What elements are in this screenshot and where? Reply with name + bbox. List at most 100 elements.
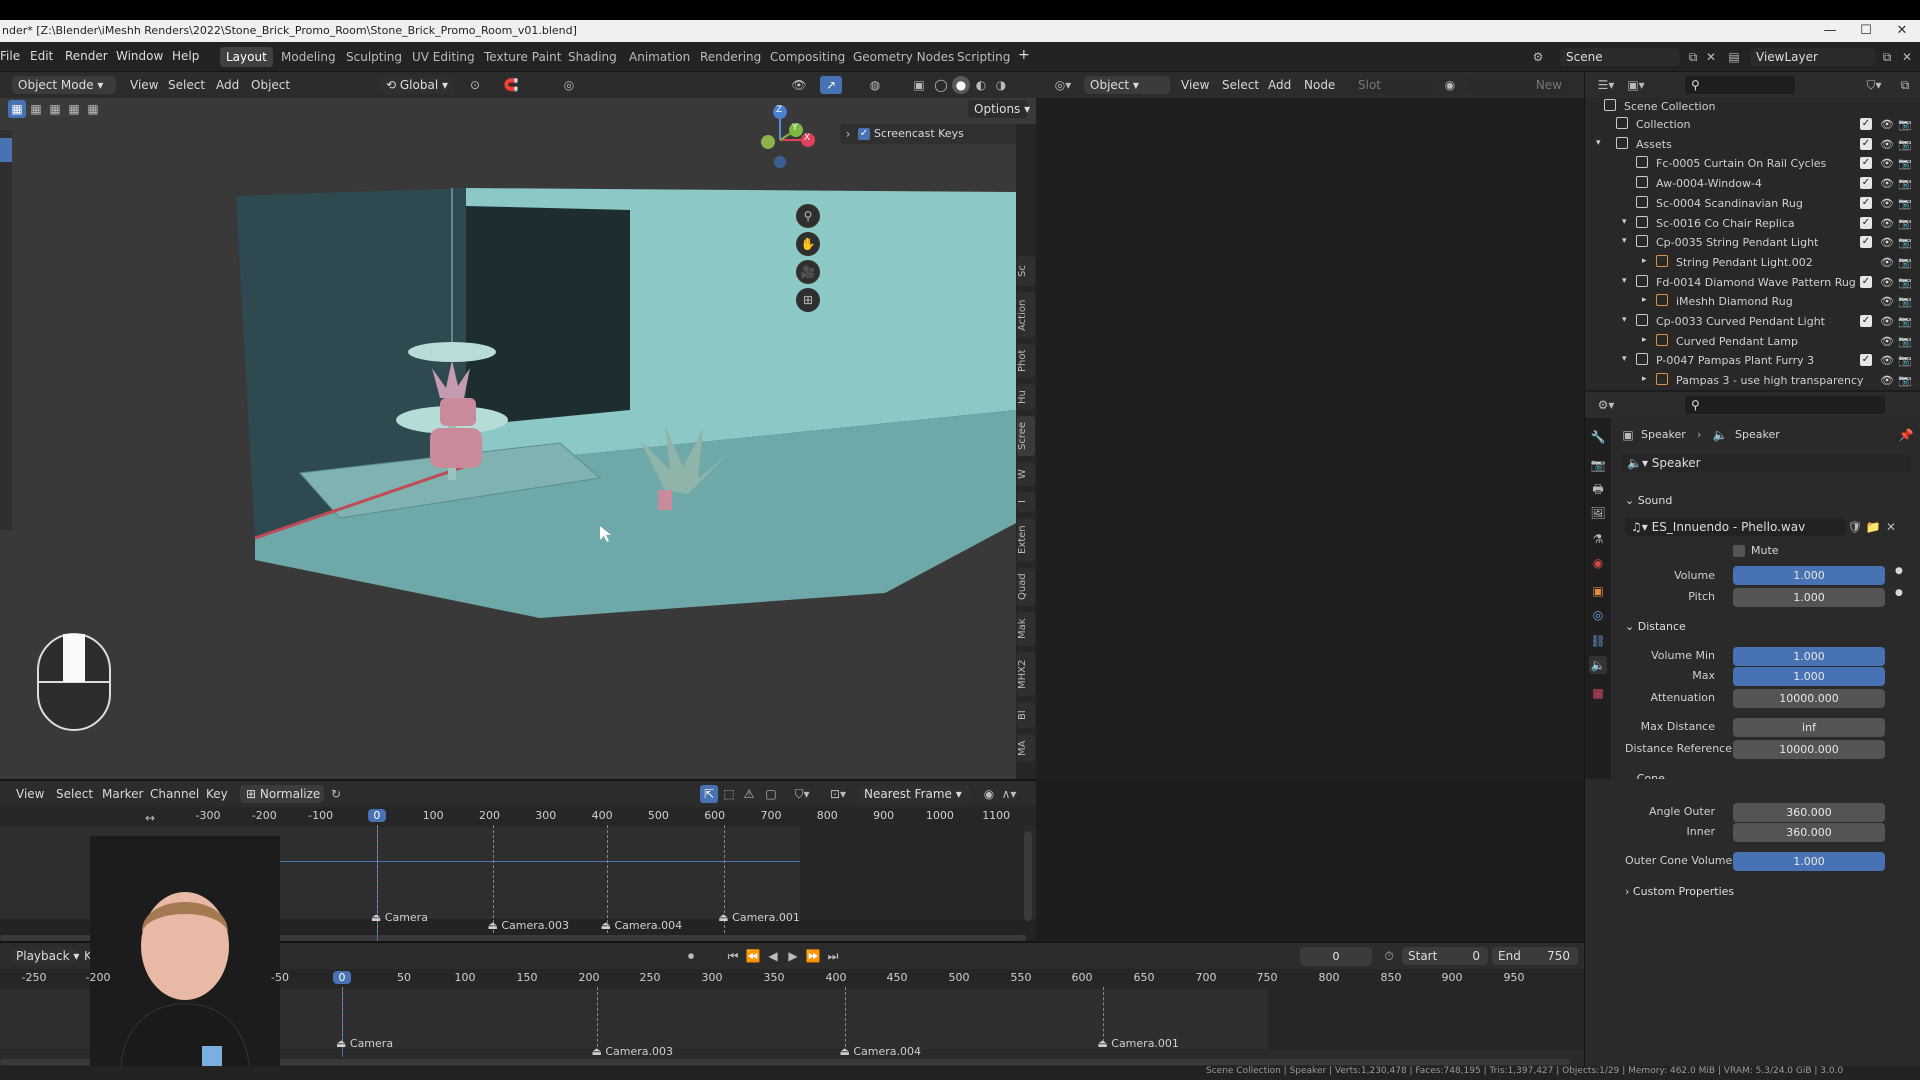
visibility-eye-icon[interactable]: 👁 [1880, 374, 1894, 387]
exclude-checkbox[interactable]: ✓ [1860, 137, 1872, 150]
visibility-eye-icon[interactable]: 👁 [1880, 236, 1894, 249]
side-tab-ma[interactable]: MA [1017, 734, 1035, 762]
outer-cone-volume-field[interactable]: 1.000 [1733, 852, 1885, 871]
workspace-tab-scripting[interactable]: Scripting [951, 47, 1016, 67]
current-frame-field[interactable]: 0 [1300, 947, 1372, 966]
side-tab-w[interactable]: W [1017, 462, 1035, 486]
outliner-row[interactable]: ▾ Cp-0035 String Pendant Light ✓ 👁 📷 [1590, 234, 1915, 252]
dope-vertical-scrollbar[interactable] [1024, 831, 1032, 921]
visibility-eye-icon[interactable]: 👁 [1880, 217, 1894, 230]
scene-selector[interactable]: Scene [1560, 48, 1680, 66]
outliner-row[interactable]: ▾ Sc-0016 Co Chair Replica ✓ 👁 📷 [1590, 215, 1915, 233]
play-icon[interactable]: ▶ [784, 947, 802, 965]
expand-arrow-icon[interactable]: ▾ [1622, 236, 1627, 246]
delete-view-layer-icon[interactable]: ✕ [1898, 48, 1916, 66]
dope-marker[interactable]: ⏏ Camera.001 [718, 911, 800, 924]
expand-arrow-icon[interactable]: ▾ [1622, 217, 1627, 227]
dope-marker[interactable]: ⏏ Camera [371, 911, 428, 924]
render-camera-icon[interactable]: 📷 [1898, 236, 1912, 249]
camera-view-icon[interactable]: 🎥 [796, 260, 820, 284]
node-menu-node[interactable]: Node [1304, 78, 1335, 92]
exclude-checkbox[interactable]: ✓ [1860, 275, 1872, 288]
pivot-point-icon[interactable]: ⊙ [464, 76, 486, 94]
mute-checkbox[interactable] [1733, 545, 1745, 557]
visibility-eye-icon[interactable]: 👁 [1880, 335, 1894, 348]
angle-outer-field[interactable]: 360.000 [1733, 803, 1885, 822]
render-camera-icon[interactable]: 📷 [1898, 374, 1912, 387]
view-layer-selector[interactable]: ViewLayer [1750, 48, 1876, 66]
outliner-row[interactable]: Sc-0004 Scandinavian Rug ✓ 👁 📷 [1590, 195, 1915, 213]
object-tab-icon[interactable]: ▣ [1589, 582, 1607, 600]
gizmo-toggle-icon[interactable]: ↗ [820, 76, 842, 94]
box-select-icon[interactable]: ⬚ [720, 785, 738, 803]
expand-arrow-icon[interactable]: ▾ [1622, 354, 1627, 364]
wireframe-shading-icon[interactable]: ◯ [932, 76, 950, 94]
pin-icon[interactable]: 📌 [1897, 426, 1915, 444]
material-shading-icon[interactable]: ◐ [972, 76, 990, 94]
refresh-icon[interactable]: ↻ [326, 785, 346, 803]
node-editor[interactable]: ◎▾ Object ▾ View Select Add Node Slot ◉ … [1036, 72, 1584, 779]
visibility-eye-icon[interactable]: 👁 [1880, 276, 1894, 289]
max-distance-field[interactable]: inf [1733, 718, 1885, 737]
outliner-row[interactable]: Collection ✓ 👁 📷 [1590, 116, 1915, 134]
filter-icon[interactable]: ⛉▾ [1861, 76, 1887, 94]
copy-scene-icon[interactable]: ⧉ [1684, 48, 1702, 66]
volume-keyframe-dot-icon[interactable]: ● [1895, 566, 1903, 576]
snapping-dropdown[interactable]: Nearest Frame ▾ [858, 785, 970, 803]
viewport-menu-object[interactable]: Object [251, 78, 290, 92]
copy-view-layer-icon[interactable]: ⧉ [1878, 48, 1896, 66]
fake-user-icon[interactable]: 🛡 [1847, 518, 1863, 536]
visibility-eye-icon[interactable]: 👁 [1880, 197, 1894, 210]
slot-dropdown[interactable]: Slot [1352, 76, 1432, 94]
exclude-checkbox[interactable]: ✓ [1860, 118, 1872, 130]
workspace-tab-sculpting[interactable]: Sculpting [340, 47, 408, 67]
transform-orientation-dropdown[interactable]: ⟲ Global ▾ [380, 76, 454, 94]
outliner-row[interactable]: ▸ iMeshh Diamond Rug 👁 📷 [1590, 293, 1915, 311]
jump-end-icon[interactable]: ⏭ [824, 947, 842, 965]
pan-hand-icon[interactable]: ✋ [796, 232, 820, 256]
render-camera-icon[interactable]: 📷 [1898, 315, 1912, 328]
node-menu-select[interactable]: Select [1222, 78, 1259, 92]
display-mode-icon[interactable]: ▣▾ [1623, 76, 1649, 94]
outliner-row[interactable]: ▸ String Pendant Light.002 👁 📷 [1590, 254, 1915, 272]
side-tab-phot[interactable]: Phot [1017, 344, 1035, 378]
expand-arrow-icon[interactable]: ▸ [1642, 295, 1647, 305]
visibility-eye-icon[interactable]: 👁 [1880, 157, 1894, 170]
solid-shading-icon[interactable]: ● [952, 76, 970, 94]
dope-menu-view[interactable]: View [16, 787, 44, 801]
start-frame-field[interactable]: Start 0 [1402, 947, 1488, 965]
outliner-search-input[interactable]: ⚲ [1685, 76, 1795, 94]
dope-marker[interactable]: ⏏ Camera.003 [487, 919, 569, 932]
proportional-icon[interactable]: ◉ [980, 785, 998, 803]
outliner-row[interactable]: ▾ Fd-0014 Diamond Wave Pattern Rug ✓ 👁 📷 [1590, 274, 1915, 292]
menu-edit[interactable]: Edit [30, 49, 53, 63]
navigation-gizmo[interactable]: Z X Y [740, 100, 820, 180]
menu-window[interactable]: Window [116, 49, 163, 63]
perspective-toggle-icon[interactable]: ⊞ [796, 288, 820, 312]
stopwatch-icon[interactable]: ⏱ [1380, 947, 1398, 965]
outliner-row[interactable]: ▸ Curved Pendant Lamp 👁 📷 [1590, 333, 1915, 351]
render-camera-icon[interactable]: 📷 [1898, 157, 1912, 170]
exclude-checkbox[interactable]: ✓ [1860, 354, 1872, 367]
constraints-tab-icon[interactable]: ⛓ [1589, 632, 1607, 650]
expand-arrow-icon[interactable]: ▸ [1642, 256, 1647, 266]
workspace-tab-animation[interactable]: Animation [623, 47, 696, 67]
normalize-toggle[interactable]: ⊞ Normalize [240, 785, 324, 803]
volume-min-field[interactable]: 1.000 [1733, 647, 1885, 666]
outliner-row[interactable]: ▸ Pampas 3 - use high transparency 👁 📷 [1590, 372, 1915, 390]
timeline-marker[interactable]: ⏏ Camera.004 [839, 1045, 921, 1058]
side-tab-exten[interactable]: Exten [1017, 518, 1035, 562]
playback-dropdown[interactable]: Playback ▾ [10, 947, 79, 965]
new-collection-icon[interactable]: ⧉ [1895, 76, 1915, 94]
expand-arrow-icon[interactable]: ▾ [1596, 138, 1601, 148]
menu-render[interactable]: Render [65, 49, 108, 63]
workspace-tab-shading[interactable]: Shading [562, 47, 623, 67]
visibility-icon[interactable]: 👁 [788, 76, 810, 94]
pitch-keyframe-dot-icon[interactable]: ● [1895, 588, 1903, 598]
view-layer-icon[interactable]: ▤ [1724, 48, 1744, 66]
jump-start-icon[interactable]: ⏮ [724, 947, 742, 965]
screencast-keys-panel[interactable]: › ✓ Screencast Keys [840, 124, 1018, 144]
visibility-eye-icon[interactable]: 👁 [1880, 354, 1894, 367]
workspace-tab-texture-paint[interactable]: Texture Paint [478, 47, 567, 67]
zoom-icon[interactable]: ⚲ [796, 204, 820, 228]
